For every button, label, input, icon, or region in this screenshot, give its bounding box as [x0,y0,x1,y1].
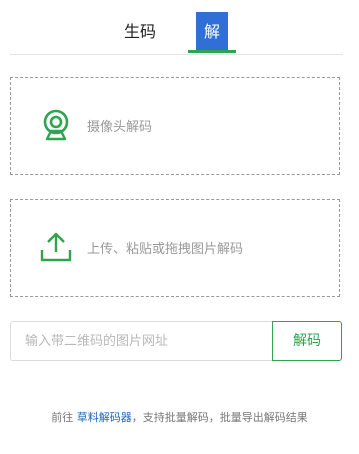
tab-decode-label: 解码 [196,12,228,81]
footer-suffix: ，支持批量解码，批量导出解码结果 [131,411,308,424]
footer-note: 前往 草料解码器，支持批量解码，批量导出解码结果 [0,409,359,425]
upload-icon [40,232,72,262]
decode-url-button[interactable]: 解码 [272,321,342,361]
footer-prefix: 前往 [51,411,77,424]
active-tab-indicator [188,50,236,53]
tab-generate[interactable]: 生码 [120,14,160,50]
image-url-input[interactable] [10,321,273,361]
tab-bar: 生码 解码 [10,0,343,81]
upload-decode-label: 上传、粘贴或拖拽图片解码 [87,242,244,257]
camera-decode-button[interactable]: 摄像头解码 [10,77,340,175]
upload-decode-area[interactable]: 上传、粘贴或拖拽图片解码 [10,199,340,297]
camera-decode-label: 摄像头解码 [87,120,153,135]
tab-decode[interactable]: 解码 [196,12,228,81]
webcam-icon [43,109,69,141]
decoder-link[interactable]: 草料解码器 [77,411,132,424]
